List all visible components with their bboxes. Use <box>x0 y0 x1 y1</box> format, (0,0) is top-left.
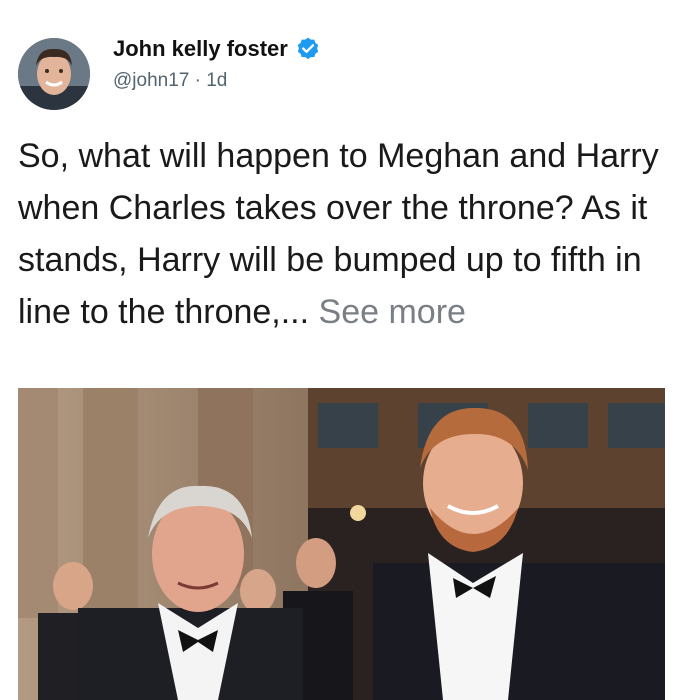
author-name[interactable]: John kelly foster <box>113 36 288 62</box>
author-avatar[interactable] <box>18 38 90 110</box>
post-time[interactable]: 1d <box>206 70 227 91</box>
see-more-link[interactable]: See more <box>319 293 466 331</box>
author-header: John kelly foster <box>113 36 321 62</box>
post-image[interactable] <box>18 388 665 700</box>
author-handle[interactable]: @john17 <box>113 70 189 91</box>
meta-separator: · <box>189 70 207 91</box>
verified-badge-icon <box>295 36 321 62</box>
post-meta: @john17 · 1d <box>113 70 227 92</box>
post-text: So, what will happen to Meghan and Harry… <box>18 130 683 338</box>
